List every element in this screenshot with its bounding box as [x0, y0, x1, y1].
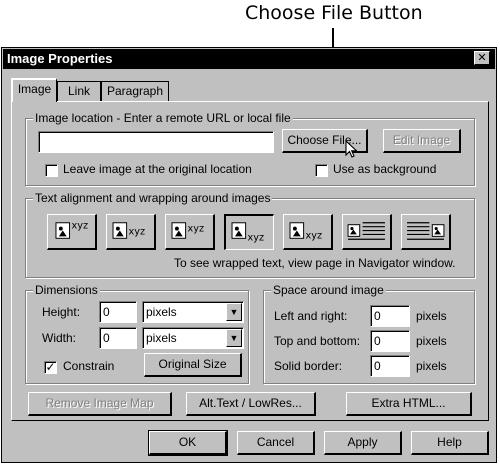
cancel-button[interactable]: Cancel: [237, 431, 315, 455]
leave-original-label: Leave image at the original location: [63, 162, 252, 176]
width-unit-select[interactable]: pixels ▼: [142, 327, 244, 349]
dialog-title: Image Properties: [3, 49, 495, 69]
original-size-button[interactable]: Original Size: [144, 353, 242, 377]
left-right-label: Left and right:: [274, 309, 348, 323]
width-label: Width:: [42, 331, 77, 345]
top-bottom-unit: pixels: [416, 334, 447, 348]
border-input[interactable]: 0: [370, 355, 410, 377]
tab-link[interactable]: Link: [57, 81, 101, 101]
alt-text-button[interactable]: Alt.Text / LowRes...: [186, 392, 316, 416]
align-center-button[interactable]: xyz: [165, 214, 215, 250]
image-properties-dialog: Image Properties ✕ Image Link Paragraph …: [1, 47, 497, 463]
width-input[interactable]: 0: [99, 327, 137, 349]
apply-button[interactable]: Apply: [324, 431, 402, 455]
edit-image-button[interactable]: Edit Image: [383, 129, 461, 153]
constrain-label: Constrain: [63, 359, 115, 373]
align-top-button[interactable]: xyz: [47, 214, 97, 250]
dimensions-legend: Dimensions: [33, 283, 100, 297]
mouse-pointer-icon: [345, 140, 358, 158]
chevron-down-icon[interactable]: ▼: [226, 303, 242, 321]
border-label: Solid border:: [274, 359, 343, 373]
use-background-checkbox[interactable]: [315, 164, 328, 177]
height-unit-select[interactable]: pixels ▼: [142, 301, 244, 323]
align-bottom-text: xyz: [248, 232, 265, 243]
help-button[interactable]: Help: [411, 431, 489, 455]
border-unit: pixels: [416, 359, 447, 373]
alignment-note: To see wrapped text, view page in Naviga…: [174, 256, 456, 270]
remove-image-map-button[interactable]: Remove Image Map: [28, 392, 172, 416]
tab-image[interactable]: Image: [11, 78, 57, 102]
ok-button[interactable]: OK: [148, 430, 228, 456]
align-top-text: xyz: [72, 221, 89, 232]
align-bottom-button[interactable]: xyz: [224, 214, 274, 250]
image-url-input[interactable]: [38, 131, 274, 153]
align-baseline-button[interactable]: xyz: [283, 214, 333, 250]
top-bottom-input[interactable]: 0: [370, 330, 410, 352]
width-unit-value: pixels: [146, 331, 177, 345]
height-label: Height:: [42, 305, 81, 319]
left-right-unit: pixels: [416, 309, 447, 323]
align-middle-button[interactable]: xyz: [106, 214, 156, 250]
image-location-legend: Image location - Enter a remote URL or l…: [33, 111, 293, 125]
close-button[interactable]: ✕: [474, 51, 490, 65]
extra-html-button[interactable]: Extra HTML...: [346, 392, 472, 416]
use-background-label: Use as background: [333, 162, 437, 176]
constrain-checkbox[interactable]: ✓: [44, 361, 57, 374]
height-input[interactable]: 0: [99, 301, 137, 323]
top-bottom-label: Top and bottom:: [274, 334, 361, 348]
wrap-right-button[interactable]: [401, 214, 451, 250]
callout-label: Choose File Button: [245, 2, 423, 24]
tab-paragraph[interactable]: Paragraph: [101, 81, 169, 101]
alignment-legend: Text alignment and wrapping around image…: [33, 191, 273, 205]
leave-original-checkbox[interactable]: [45, 164, 58, 177]
wrap-left-button[interactable]: [342, 214, 392, 250]
height-unit-value: pixels: [146, 305, 177, 319]
left-right-input[interactable]: 0: [370, 305, 410, 327]
space-legend: Space around image: [271, 283, 386, 297]
align-baseline-text: xyz: [306, 230, 323, 241]
align-center-text: xyz: [188, 224, 205, 235]
chevron-down-icon[interactable]: ▼: [226, 329, 242, 347]
align-middle-text: xyz: [129, 226, 146, 237]
